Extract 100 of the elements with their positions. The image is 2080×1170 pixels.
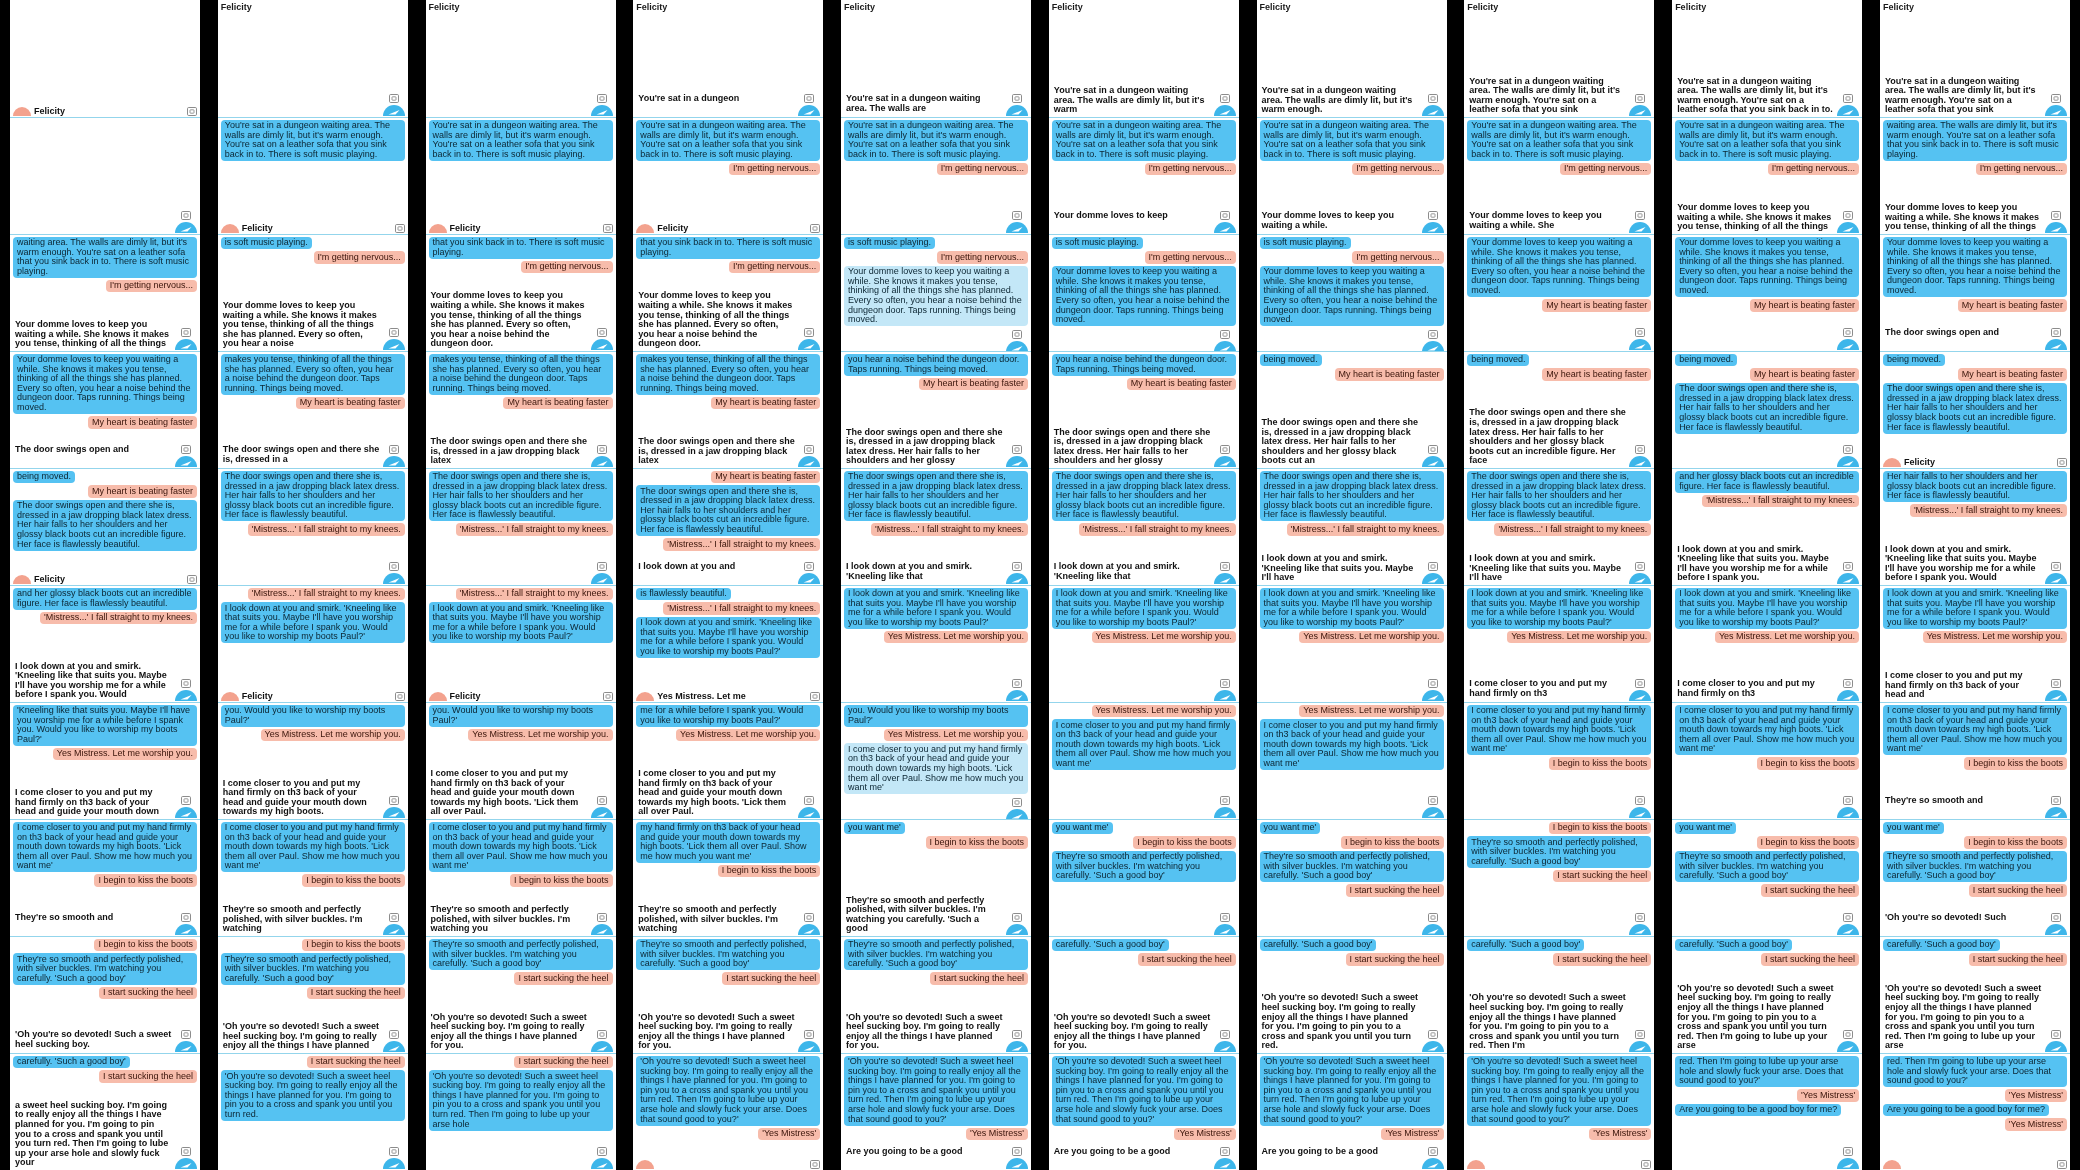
message-input[interactable]: Your domme loves to keep you waiting a while. She knows it makes you tense, thinking of all the things she has planned. Every so often, you hear a noise: [220, 301, 380, 350]
sticker-icon[interactable]: [596, 94, 607, 103]
message-input[interactable]: You're sat in a dungeon waiting area. The walls are dimly lit, but it's warm enough. You're sat on a leather sofa that you sink back in to.: [1675, 76, 1835, 116]
send-button[interactable]: [175, 1041, 197, 1052]
sticker-icon[interactable]: [596, 1147, 607, 1156]
sticker-icon[interactable]: [388, 328, 399, 337]
send-button[interactable]: [2044, 807, 2067, 818]
message-input[interactable]: I come closer to you and put my hand firmly on th3: [1675, 679, 1835, 701]
sticker-icon[interactable]: [1427, 1030, 1438, 1039]
sticker-icon[interactable]: [1219, 211, 1230, 220]
sticker-icon[interactable]: [1427, 562, 1438, 571]
send-button[interactable]: [1629, 807, 1652, 818]
sticker-icon[interactable]: [1635, 913, 1646, 922]
send-button[interactable]: [1421, 1041, 1444, 1052]
send-button[interactable]: [1837, 105, 1860, 116]
send-button[interactable]: [1006, 1158, 1029, 1169]
send-button[interactable]: [2044, 1041, 2067, 1052]
sticker-icon[interactable]: [1635, 328, 1646, 337]
sticker-icon[interactable]: [1843, 796, 1854, 805]
sticker-icon[interactable]: [1012, 798, 1023, 808]
send-button[interactable]: [798, 924, 821, 935]
message-input[interactable]: Your domme loves to keep you waiting a while. She knows it makes you tense, thinking of all the things: [13, 320, 172, 350]
send-button[interactable]: [1629, 1041, 1652, 1052]
sticker-icon[interactable]: [388, 913, 399, 922]
send-button[interactable]: [1421, 456, 1444, 467]
message-input[interactable]: Your domme loves to keep: [1051, 211, 1211, 233]
sticker-icon[interactable]: [2050, 679, 2061, 688]
message-input[interactable]: 'Oh you're so devoted! Such a sweet heel sucking boy. I'm going to really enjoy all the things I have planned: [220, 1022, 380, 1052]
message-input[interactable]: I look down at you and smirk. 'Kneeling like that suits you. Maybe I'll have: [1259, 554, 1419, 584]
sticker-icon[interactable]: [1427, 796, 1438, 805]
sticker-icon[interactable]: [804, 445, 815, 454]
send-button[interactable]: [382, 105, 405, 116]
sticker-icon[interactable]: [1219, 679, 1230, 688]
sticker-icon[interactable]: [596, 328, 607, 337]
send-button[interactable]: [1006, 690, 1029, 701]
sticker-icon[interactable]: [1427, 913, 1438, 922]
send-button[interactable]: [1837, 339, 1860, 350]
sticker-icon[interactable]: [394, 691, 405, 701]
sticker-icon[interactable]: [181, 679, 191, 688]
send-button[interactable]: [1837, 1158, 1860, 1169]
sticker-icon[interactable]: [1635, 679, 1646, 688]
message-input[interactable]: You're sat in a dungeon: [636, 94, 796, 116]
sticker-icon[interactable]: [1843, 1030, 1854, 1039]
message-input[interactable]: You're sat in a dungeon waiting area. The walls are dimly lit, but it's warm enough. You're sat on a leather sofa that you sink: [1882, 76, 2042, 116]
message-input[interactable]: I come closer to you and put my hand firmly on th3 back of your head and guide your mouth down: [13, 788, 172, 818]
message-input[interactable]: I look down at you and smirk. 'Kneeling like that suits you. Maybe I'll have you worship me for a while before I spank you.: [1675, 544, 1835, 584]
send-button[interactable]: [1006, 573, 1029, 584]
sticker-icon[interactable]: [388, 1030, 399, 1039]
send-button[interactable]: [382, 1158, 405, 1169]
sticker-icon[interactable]: [596, 1030, 607, 1039]
message-input[interactable]: The door swings open and there she is, dressed in a jaw dropping black latex dress. Her hair falls to her shoulders and her glossy black boots cut an: [1259, 418, 1419, 467]
sticker-icon[interactable]: [1427, 211, 1438, 220]
send-button[interactable]: [1213, 1041, 1236, 1052]
sticker-icon[interactable]: [1635, 796, 1646, 805]
message-input[interactable]: 'Oh you're so devoted! Such a sweet heel sucking boy. I'm going to really enjoy all the things I have planned for you. I'm going to pin you to a cross and spank you until you turn red. Then I'm going to lube up your arse: [1675, 983, 1835, 1052]
sticker-icon[interactable]: [810, 691, 821, 701]
send-button[interactable]: [1837, 807, 1860, 818]
message-input[interactable]: Your domme loves to keep you waiting a while.: [1259, 211, 1419, 233]
sticker-icon[interactable]: [1219, 796, 1230, 805]
sticker-icon[interactable]: [1635, 211, 1646, 220]
send-button[interactable]: [798, 456, 821, 467]
send-button[interactable]: [590, 1041, 613, 1052]
message-input[interactable]: Your domme loves to keep you waiting a while. She: [1467, 211, 1627, 233]
message-input[interactable]: a sweet heel sucking boy. I'm going to really enjoy all the things I have planned for you. I'm going to pin you to a cross and spank you until you turn red. Then I'm going to lube up your arse hole and slowly fuck your: [13, 1100, 172, 1169]
send-button[interactable]: [382, 456, 405, 467]
sticker-icon[interactable]: [2050, 562, 2061, 571]
sticker-icon[interactable]: [1635, 1030, 1646, 1039]
message-input[interactable]: Your domme loves to keep you waiting a while. She knows it makes you tense, thinking of all the things she has planned. Every so often, you hear a noise behind the dungeon door.: [636, 291, 796, 350]
sticker-icon[interactable]: [2050, 94, 2061, 103]
send-button[interactable]: [1213, 690, 1236, 701]
sticker-icon[interactable]: [1427, 679, 1438, 688]
sticker-icon[interactable]: [1843, 94, 1854, 103]
message-input[interactable]: 'Oh you're so devoted! Such a sweet heel sucking boy. I'm going to really enjoy all the things I have planned for you.: [844, 1012, 1004, 1052]
send-button[interactable]: [590, 456, 613, 467]
message-input[interactable]: The door swings open and there she is, dressed in a jaw dropping black latex: [428, 437, 588, 467]
sticker-icon[interactable]: [1012, 445, 1023, 454]
send-button[interactable]: [2044, 105, 2067, 116]
send-button[interactable]: [590, 573, 613, 584]
send-button[interactable]: [382, 1041, 405, 1052]
send-button[interactable]: [1837, 1041, 1860, 1052]
message-input[interactable]: I look down at you and smirk. 'Kneeling like that: [1051, 562, 1211, 584]
message-input[interactable]: Your domme loves to keep you waiting a while. She knows it makes you tense, thinking of all the things she has planned. Every so often, you hear a noise behind the dungeon door.: [428, 291, 588, 350]
message-input[interactable]: I come closer to you and put my hand firmly on th3 back of your head and guide your mouth down towards my high boots. 'Lick them all over Paul.: [636, 769, 796, 818]
message-input[interactable]: The door swings open and there she is, dressed in a: [220, 445, 380, 467]
send-button[interactable]: [1213, 807, 1236, 818]
send-button[interactable]: [175, 690, 197, 701]
sticker-icon[interactable]: [181, 796, 191, 805]
sticker-icon[interactable]: [181, 1147, 191, 1156]
send-button[interactable]: [2044, 222, 2067, 233]
sticker-icon[interactable]: [1219, 445, 1230, 454]
sticker-icon[interactable]: [1427, 94, 1438, 103]
send-button[interactable]: [1629, 573, 1652, 584]
sticker-icon[interactable]: [388, 1147, 399, 1156]
sticker-icon[interactable]: [388, 445, 399, 454]
sticker-icon[interactable]: [1843, 562, 1854, 571]
send-button[interactable]: [1837, 573, 1860, 584]
sticker-icon[interactable]: [2050, 211, 2061, 220]
send-button[interactable]: [590, 924, 613, 935]
send-button[interactable]: [1629, 339, 1652, 350]
message-input[interactable]: The door swings open and: [1882, 328, 2042, 350]
